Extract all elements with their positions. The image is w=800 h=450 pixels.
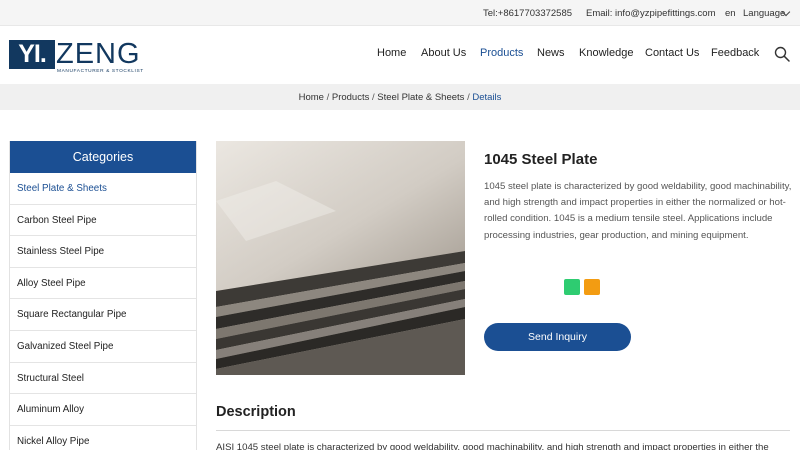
category-alloy-steel-pipe[interactable]: Alloy Steel Pipe <box>10 268 196 300</box>
category-square-rectangular-pipe[interactable]: Square Rectangular Pipe <box>10 299 196 331</box>
breadcrumb-home[interactable]: Home <box>299 92 324 103</box>
steel-plate-photo <box>216 141 465 375</box>
logo-wordmark: ZENG <box>56 38 141 70</box>
nav-news[interactable]: News <box>537 47 565 59</box>
product-title: 1045 Steel Plate <box>484 151 598 168</box>
category-stainless-steel-pipe[interactable]: Stainless Steel Pipe <box>10 236 196 268</box>
site-logo[interactable]: YI. ZENG MANUFACTURER & STOCKLIST <box>9 38 159 76</box>
categories-sidebar: Categories Steel Plate & Sheets Carbon S… <box>9 141 197 450</box>
description-heading: Description <box>216 404 296 420</box>
share-icon-orange[interactable] <box>584 279 600 295</box>
breadcrumb-steel-plate-sheets[interactable]: Steel Plate & Sheets <box>377 92 464 103</box>
share-icon-green[interactable] <box>564 279 580 295</box>
category-steel-plate-sheets[interactable]: Steel Plate & Sheets <box>10 173 196 205</box>
language-selector[interactable]: Language <box>743 8 785 19</box>
nav-products[interactable]: Products <box>480 47 523 59</box>
category-aluminum-alloy[interactable]: Aluminum Alloy <box>10 394 196 426</box>
site-header: YI. ZENG MANUFACTURER & STOCKLIST Home A… <box>0 26 800 84</box>
product-description: 1045 steel plate is characterized by goo… <box>484 181 792 241</box>
language-code[interactable]: en <box>725 8 736 19</box>
breadcrumb-current: Details <box>472 92 502 103</box>
category-nickel-alloy-pipe[interactable]: Nickel Alloy Pipe <box>10 426 196 450</box>
nav-contact-us[interactable]: Contact Us <box>645 47 699 59</box>
product-image[interactable] <box>216 141 465 375</box>
categories-heading: Categories <box>10 141 196 173</box>
breadcrumb-products[interactable]: Products <box>332 92 370 103</box>
description-divider <box>216 430 790 431</box>
nav-feedback[interactable]: Feedback <box>711 47 759 59</box>
category-carbon-steel-pipe[interactable]: Carbon Steel Pipe <box>10 205 196 237</box>
logo-mark: YI. <box>9 40 55 69</box>
email-address[interactable]: Email: info@yzpipefittings.com <box>586 8 716 19</box>
logo-tagline: MANUFACTURER & STOCKLIST <box>57 69 144 74</box>
send-inquiry-button[interactable]: Send Inquiry <box>484 323 631 351</box>
phone-number[interactable]: Tel:+8617703372585 <box>483 8 572 19</box>
category-structural-steel[interactable]: Structural Steel <box>10 363 196 395</box>
nav-about-us[interactable]: About Us <box>421 47 466 59</box>
nav-knowledge[interactable]: Knowledge <box>579 47 633 59</box>
breadcrumb-bar: Home / Products / Steel Plate & Sheets /… <box>0 84 800 110</box>
top-bar: Tel:+8617703372585 Email: info@yzpipefit… <box>0 0 800 26</box>
description-body: AISI 1045 steel plate is characterized b… <box>216 442 769 450</box>
nav-home[interactable]: Home <box>377 47 406 59</box>
breadcrumb: Home / Products / Steel Plate & Sheets /… <box>0 92 800 103</box>
category-galvanized-steel-pipe[interactable]: Galvanized Steel Pipe <box>10 331 196 363</box>
search-icon[interactable] <box>774 46 790 62</box>
